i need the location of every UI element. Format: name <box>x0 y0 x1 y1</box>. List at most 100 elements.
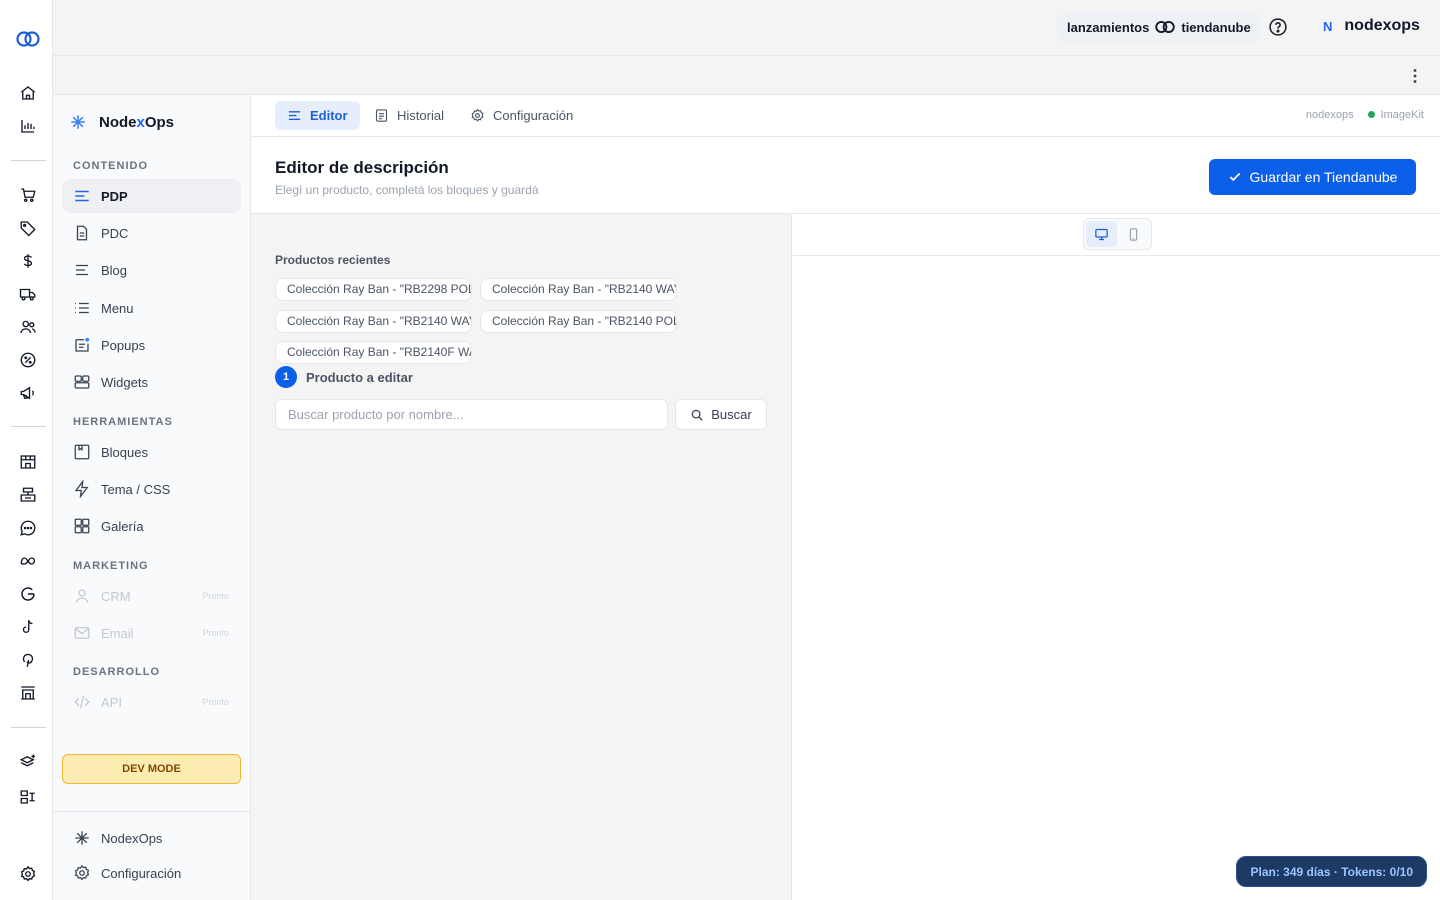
sidebar-item-label: API <box>101 694 122 710</box>
sidebar-item-label: CRM <box>101 588 131 604</box>
code-icon <box>74 695 90 709</box>
rail-divider <box>11 160 46 161</box>
soon-badge: Pronto <box>202 628 229 638</box>
sidebar-item-label: PDP <box>101 188 128 204</box>
sidebar-item-menu[interactable]: Menu <box>62 291 241 325</box>
section-herramientas: HERRAMIENTAS <box>73 416 173 428</box>
device-toggle <box>1083 218 1152 250</box>
user-icon <box>75 589 89 603</box>
sidebar-item-tema[interactable]: Tema / CSS <box>62 472 241 506</box>
editor-header: Editor de descripción Elegí un producto,… <box>251 137 1440 214</box>
rail-divider <box>11 727 46 728</box>
tab-configuracion[interactable]: Configuración <box>458 101 585 130</box>
settings-gear-icon[interactable] <box>18 864 38 884</box>
product-search-input[interactable] <box>275 399 668 430</box>
more-options-icon[interactable] <box>1412 68 1418 84</box>
recent-product-chip[interactable]: Colección Ray Ban - "RB2140F WA <box>275 341 472 364</box>
section-contenido: CONTENIDO <box>73 160 148 172</box>
rail-divider <box>11 426 46 427</box>
save-to-tiendanube-button[interactable]: Guardar en Tiendanube <box>1209 159 1416 195</box>
dev-mode-button[interactable]: DEV MODE <box>62 754 241 784</box>
plan-status-badge[interactable]: Plan: 349 días · Tokens: 0/10 <box>1236 856 1427 887</box>
connection-status: nodexops ImageKit <box>1306 109 1424 121</box>
avatar: N <box>1323 18 1333 34</box>
integrations-icon[interactable] <box>18 787 38 807</box>
sidebar-item-pdp[interactable]: PDP <box>62 179 241 213</box>
storefront-icon[interactable] <box>18 683 38 703</box>
tab-label: Configuración <box>493 108 574 123</box>
desktop-view-button[interactable] <box>1086 221 1117 247</box>
section-desarrollo: DESARROLLO <box>73 666 160 678</box>
preview-pane <box>793 214 1440 900</box>
sidebar-item-bloques[interactable]: Bloques <box>62 435 241 469</box>
sidebar-item-label: Configuración <box>101 865 182 881</box>
discount-icon[interactable] <box>18 350 38 370</box>
sidebar-item-blog[interactable]: Blog <box>62 253 241 287</box>
app-rail <box>0 0 53 900</box>
launches-link[interactable]: lanzamientos tiendanube <box>1057 12 1261 42</box>
step-label: Producto a editar <box>306 369 413 385</box>
widgets-icon <box>74 375 90 389</box>
tiendanube-logo-icon <box>1155 21 1176 33</box>
tab-editor[interactable]: Editor <box>275 101 360 130</box>
tag-icon[interactable] <box>18 218 38 238</box>
help-icon[interactable] <box>1268 17 1288 37</box>
tiktok-icon[interactable] <box>18 617 38 637</box>
popup-icon <box>75 337 90 352</box>
soon-badge: Pronto <box>202 697 229 707</box>
megaphone-icon[interactable] <box>18 383 38 403</box>
recent-product-chip[interactable]: Colección Ray Ban - "RB2298 POL <box>275 278 472 301</box>
sidebar-item-configuracion[interactable]: Configuración <box>62 856 241 890</box>
sidebar-item-popups[interactable]: Popups <box>62 328 241 362</box>
chat-icon[interactable] <box>18 518 38 538</box>
pinterest-icon[interactable] <box>18 650 38 670</box>
truck-icon[interactable] <box>18 284 38 304</box>
sidebar-item-label: Galería <box>101 518 144 534</box>
sidebar-item-label: Menu <box>101 300 134 316</box>
google-icon[interactable] <box>18 584 38 604</box>
tab-historial[interactable]: Historial <box>362 101 456 130</box>
recent-product-chip[interactable]: Colección Ray Ban - "RB2140 WAY <box>275 310 472 333</box>
search-button[interactable]: Buscar <box>675 399 767 430</box>
soon-badge: Pronto <box>202 591 229 601</box>
users-icon[interactable] <box>18 317 38 337</box>
store-icon[interactable] <box>18 452 38 472</box>
dollar-icon[interactable] <box>18 251 38 271</box>
gear-icon <box>471 108 484 122</box>
align-left-icon <box>288 111 301 120</box>
step-number: 1 <box>275 366 297 388</box>
tab-bar: Editor Historial Configuración nodexops … <box>251 95 1440 137</box>
sidebar-item-galeria[interactable]: Galería <box>62 509 241 543</box>
layers-plus-icon[interactable] <box>18 752 38 772</box>
grid-icon <box>74 518 90 534</box>
mobile-view-button[interactable] <box>1119 221 1150 247</box>
meta-icon[interactable] <box>18 551 38 571</box>
lightning-icon <box>74 480 89 498</box>
recent-product-chip[interactable]: Colección Ray Ban - "RB2140 WAY <box>480 278 677 301</box>
home-icon[interactable] <box>18 83 38 103</box>
brand-name: NodexOps <box>99 113 175 131</box>
sidebar: NodexOps CONTENIDO PDP PDC Blog Menu Pop… <box>53 95 251 900</box>
sidebar-item-nodexops[interactable]: NodexOps <box>62 821 241 855</box>
tab-label: Editor <box>310 108 348 123</box>
store-name: nodexops <box>1305 109 1354 121</box>
gear-icon <box>74 864 90 881</box>
sidebar-item-label: Widgets <box>101 374 148 390</box>
tab-label: Historial <box>397 108 444 123</box>
app-logo-icon[interactable] <box>15 29 41 49</box>
user-menu[interactable]: N nodexops <box>1323 17 1420 35</box>
recent-product-chip[interactable]: Colección Ray Ban - "RB2140 POL <box>480 310 677 333</box>
main-content: Editor Historial Configuración nodexops … <box>251 95 1440 900</box>
brand[interactable]: NodexOps <box>69 113 174 131</box>
sidebar-item-label: Bloques <box>101 444 148 460</box>
sidebar-item-api: API Pronto <box>62 685 241 719</box>
sidebar-item-label: PDC <box>101 225 129 241</box>
sidebar-item-widgets[interactable]: Widgets <box>62 365 241 399</box>
pos-icon[interactable] <box>18 485 38 505</box>
analytics-icon[interactable] <box>18 116 38 136</box>
sidebar-item-label: NodexOps <box>101 830 163 846</box>
block-icon <box>74 444 90 460</box>
cart-icon[interactable] <box>18 185 38 205</box>
document-icon <box>76 225 88 241</box>
sidebar-item-pdc[interactable]: PDC <box>62 216 241 250</box>
